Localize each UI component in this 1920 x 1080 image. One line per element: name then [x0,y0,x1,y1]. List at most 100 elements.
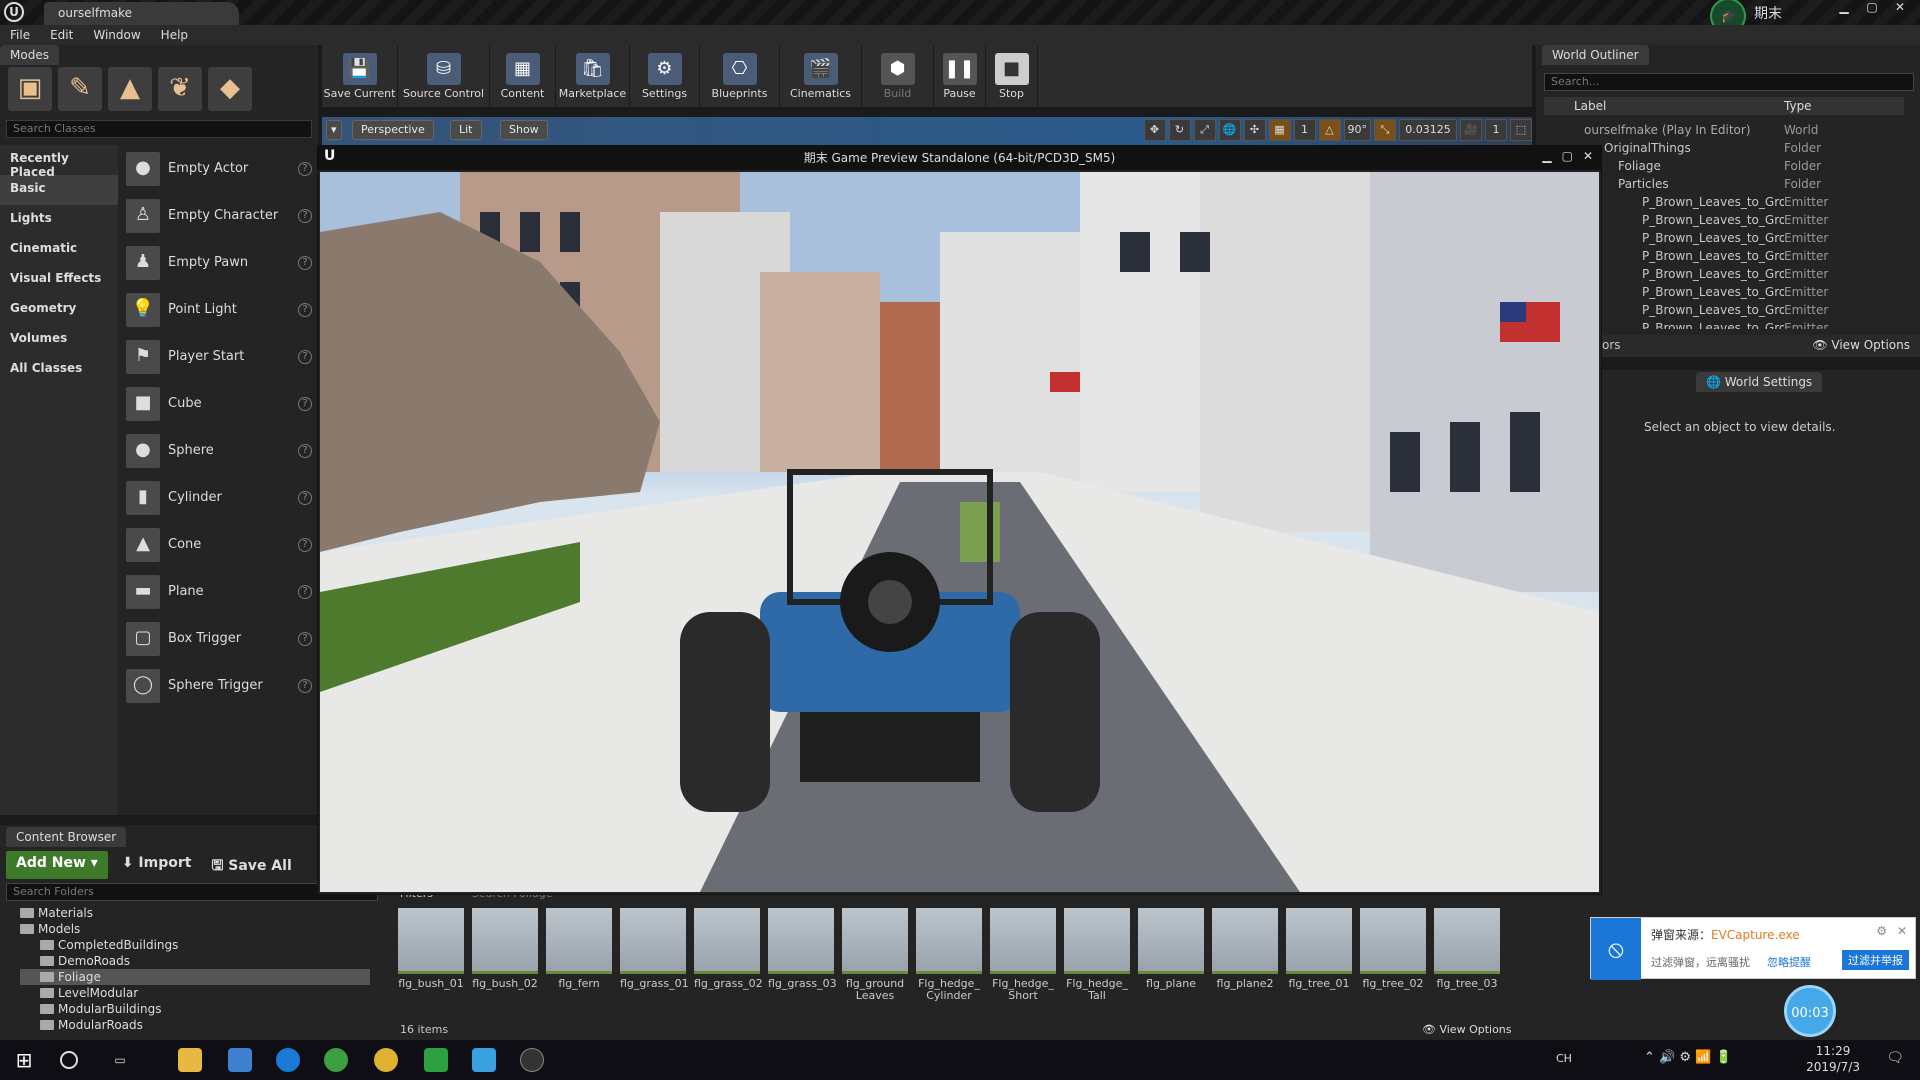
search-classes-input[interactable]: Search Classes [6,120,312,138]
game-viewport-scene[interactable] [320,172,1599,892]
asset-tile[interactable]: flg_ground Leaves [842,908,908,1002]
scale-icon[interactable]: ⤢ [1193,119,1216,141]
chrome-icon[interactable] [374,1048,398,1072]
class-item[interactable]: ● Sphere? [120,427,318,474]
menu-edit[interactable]: Edit [50,25,73,45]
menu-help[interactable]: Help [161,25,188,45]
minimize-icon[interactable]: ▁ [1832,0,1856,16]
recording-timer[interactable]: 00:03 [1784,985,1836,1037]
tray-icons[interactable]: ⌃ 🔊 ⚙ 📶 🔋 [1644,1050,1732,1065]
close-icon[interactable]: ✕ [1583,149,1593,163]
filter-report-button[interactable]: 过滤并举报 [1842,950,1909,970]
folder-item[interactable]: CompletedBuildings [20,937,370,953]
category-recently-placed[interactable]: Recently Placed [0,145,118,179]
place-mode-icon[interactable]: ▣ [8,67,52,111]
lit-button[interactable]: Lit [450,120,482,140]
folder-item[interactable]: Models [20,921,370,937]
import-button[interactable]: ⬇ Import [116,851,198,879]
search-icon[interactable] [60,1051,78,1069]
asset-tile[interactable]: flg_grass_03 [768,908,837,990]
asset-tile[interactable]: flg_grass_02 [694,908,763,990]
rotate-icon[interactable]: ↻ [1168,119,1191,141]
category-cinematic[interactable]: Cinematic [0,235,118,265]
help-icon[interactable]: ? [298,537,312,552]
help-icon[interactable]: ? [298,396,312,411]
help-icon[interactable]: ? [298,443,312,458]
asset-tile[interactable]: flg_bush_02 [472,908,538,990]
close-icon[interactable]: ✕ [1897,924,1907,938]
app-icon[interactable] [424,1048,448,1072]
folder-item[interactable]: Foliage [20,969,370,985]
category-geometry[interactable]: Geometry [0,295,118,325]
save-all-button[interactable]: 🖫 Save All [205,851,297,879]
task-view-icon[interactable]: ▭ [108,1048,132,1072]
paint-mode-icon[interactable]: ✎ [58,67,102,111]
folder-item[interactable]: ModularBuildings [20,1001,370,1017]
store-icon[interactable] [228,1048,252,1072]
folder-item[interactable]: Materials [20,905,370,921]
world-settings-tab[interactable]: 🌐 World Settings [1696,372,1823,392]
close-icon[interactable]: ✕ [1888,0,1912,16]
asset-tile[interactable]: Flg_hedge_ Tall [1064,908,1130,1002]
class-item[interactable]: ● Empty Actor? [120,145,318,192]
user-area[interactable]: 🎓 期末 [1710,0,1782,34]
asset-tile[interactable]: flg_bush_01 [398,908,464,990]
unreal-taskbar-icon[interactable] [520,1048,544,1072]
help-icon[interactable]: ? [298,490,312,505]
cb-view-options-button[interactable]: 👁 View Options [1422,1023,1512,1036]
category-basic[interactable]: Basic [0,175,118,205]
asset-tile[interactable]: flg_grass_01 [620,908,689,990]
save-current-button[interactable]: 💾 Save Current [322,45,398,107]
snap-value[interactable]: 0.03125 [1399,119,1457,141]
folder-item[interactable]: LevelModular [20,985,370,1001]
player-icon[interactable] [472,1048,496,1072]
grid-snap-icon[interactable]: ▦ [1268,119,1291,141]
help-icon[interactable]: ? [298,349,312,364]
asset-tile[interactable]: flg_plane [1138,908,1204,990]
maximize-icon[interactable]: ▢ [1860,0,1884,16]
cinematics-button[interactable]: 🎬 Cinematics [780,45,862,107]
game-preview-window[interactable]: 期末 Game Preview Standalone (64-bit/PCD3D… [317,145,1602,895]
menu-window[interactable]: Window [93,25,140,45]
folder-item[interactable]: DemoRoads [20,953,370,969]
stop-button[interactable]: ■ Stop [986,45,1038,107]
marketplace-button[interactable]: 🛍 Marketplace [556,45,630,107]
rotation-snap-icon[interactable]: △ [1318,119,1341,141]
scale-snap-icon[interactable]: ⤡ [1374,119,1396,141]
class-item[interactable]: ⚑ Player Start? [120,333,318,380]
category-all-classes[interactable]: All Classes [0,355,118,385]
world-outliner-tab[interactable]: World Outliner [1542,45,1649,65]
class-item[interactable]: ■ Cube? [120,380,318,427]
perspective-button[interactable]: Perspective [352,120,434,140]
outliner-row[interactable]: ourselfmake (Play In Editor) World [1544,121,1904,139]
ignore-link[interactable]: 忽略提醒 [1767,954,1811,970]
clock[interactable]: 11:29 2019/7/3 [1806,1043,1860,1075]
maximize-viewport-icon[interactable]: ⬚ [1510,119,1532,141]
content-button[interactable]: ▦ Content [490,45,556,107]
app-icon[interactable] [324,1048,348,1072]
class-item[interactable]: ▮ Cylinder? [120,474,318,521]
notification-popup[interactable]: ⦸ 弹窗来源：EVCapture.exe ⚙ ✕ 过滤弹窗，远离骚扰 忽略提醒 … [1590,917,1916,980]
file-explorer-icon[interactable] [178,1048,202,1072]
help-icon[interactable]: ? [298,302,312,317]
category-visual-effects[interactable]: Visual Effects [0,265,118,295]
game-window-titlebar[interactable]: 期末 Game Preview Standalone (64-bit/PCD3D… [318,146,1601,170]
class-item[interactable]: ▢ Box Trigger? [120,615,318,662]
asset-tile[interactable]: flg_tree_02 [1360,908,1426,990]
category-volumes[interactable]: Volumes [0,325,118,355]
build-button[interactable]: ⬢ Build [862,45,934,107]
help-icon[interactable]: ? [298,255,312,270]
landscape-mode-icon[interactable]: ▲ [108,67,152,111]
windows-start-icon[interactable]: ⊞ [12,1048,36,1072]
camera-speed-icon[interactable]: 🎥 [1460,119,1482,141]
asset-tile[interactable]: Flg_hedge_ Short [990,908,1056,1002]
category-lights[interactable]: Lights [0,205,118,235]
blueprints-button[interactable]: ⎔ Blueprints [700,45,780,107]
help-icon[interactable]: ? [298,678,312,693]
class-item[interactable]: ▲ Cone? [120,521,318,568]
asset-tile[interactable]: flg_fern [546,908,612,990]
outliner-search-input[interactable]: Search... [1544,73,1914,91]
help-icon[interactable]: ? [298,631,312,646]
maximize-icon[interactable]: ▢ [1562,149,1573,163]
project-tab[interactable]: ourselfmake [44,2,239,25]
